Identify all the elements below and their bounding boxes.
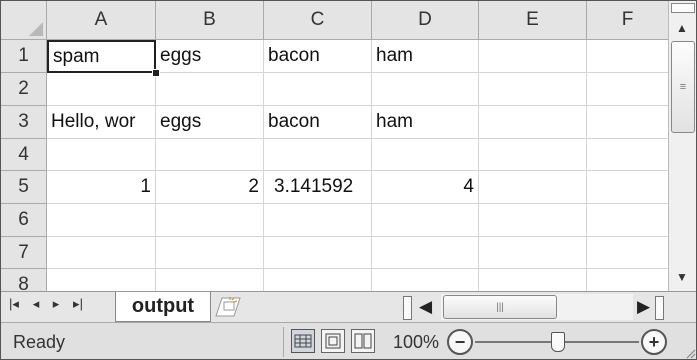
cell-e2[interactable] [479,73,587,106]
row-header-7[interactable]: 7 [1,237,47,269]
row-header-3[interactable]: 3 [1,106,47,139]
cell-a1[interactable]: spam [47,40,156,73]
insert-sheet-icon[interactable] [209,294,247,320]
zoom-in-icon[interactable]: + [641,329,667,355]
cell-d4[interactable] [372,139,479,171]
status-bar: Ready 100% − + [1,322,696,359]
row-header-4[interactable]: 4 [1,139,47,171]
column-header-c[interactable]: C [264,1,372,40]
next-sheet-icon[interactable]: ▸ [47,296,65,312]
horizontal-scroll-end [655,296,664,320]
cell-b2[interactable] [156,73,264,106]
row-header-2[interactable]: 2 [1,73,47,106]
page-break-icon [354,333,372,349]
row-header-1[interactable]: 1 [1,40,47,73]
cell-f2[interactable] [587,73,668,106]
cell-b5[interactable]: 2 [156,171,264,204]
zoom-level-text[interactable]: 100% [393,332,439,353]
cell-f3[interactable] [587,106,668,139]
cell-b1[interactable]: eggs [156,40,264,73]
cell-b4[interactable] [156,139,264,171]
row-header-8[interactable]: 8 [1,269,47,291]
down-arrow-icon[interactable]: ▼ [671,267,693,287]
status-divider [283,327,284,357]
select-all-button[interactable] [1,1,47,40]
cell-d2[interactable] [372,73,479,106]
cell-a8[interactable] [47,269,156,291]
cell-b7[interactable] [156,237,264,269]
page-break-view-button[interactable] [351,329,375,353]
cell-b8[interactable] [156,269,264,291]
cell-d7[interactable] [372,237,479,269]
cell-d6[interactable] [372,204,479,237]
column-header-f[interactable]: F [587,1,668,40]
cell-f5[interactable] [587,171,668,204]
scroll-right-icon[interactable]: ▶ [637,297,650,317]
sheet-tab-output[interactable]: output [115,292,211,322]
worksheet-grid: A B C D E F 1 2 3 4 5 6 7 8 spam eggs baco… [1,1,668,291]
cell-c4[interactable] [264,139,372,171]
cell-e1[interactable] [479,40,587,73]
cell-a4[interactable] [47,139,156,171]
horizontal-split-handle[interactable] [403,296,412,320]
row-header-5[interactable]: 5 [1,171,47,204]
cell-c6[interactable] [264,204,372,237]
cell-a5[interactable]: 1 [47,171,156,204]
up-arrow-icon[interactable]: ▲ [671,18,693,38]
spreadsheet-window: A B C D E F 1 2 3 4 5 6 7 8 spam eggs baco… [0,0,697,360]
cell-f4[interactable] [587,139,668,171]
fill-handle[interactable] [152,69,160,77]
cell-c1[interactable]: bacon [264,40,372,73]
column-header-e[interactable]: E [479,1,587,40]
first-sheet-icon[interactable]: |◂ [5,296,23,312]
vertical-split-handle[interactable] [671,3,695,13]
cell-d3[interactable]: ham [372,106,479,139]
zoom-slider-thumb[interactable] [551,332,565,352]
cell-c7[interactable] [264,237,372,269]
page-layout-view-button[interactable] [321,329,345,353]
cell-c8[interactable] [264,269,372,291]
sheet-tab-bar: |◂ ◂ ▸ ▸| output ◀ ||| ▶ [1,291,696,322]
cell-a3[interactable]: Hello, wor [47,106,156,139]
normal-view-icon [294,334,312,348]
cell-f1[interactable] [587,40,668,73]
cell-b3[interactable]: eggs [156,106,264,139]
vertical-scroll-thumb[interactable]: ≡ [671,41,695,133]
normal-view-button[interactable] [291,329,315,353]
column-header-b[interactable]: B [156,1,264,40]
cell-c2[interactable] [264,73,372,106]
row-header-6[interactable]: 6 [1,204,47,237]
cell-e3[interactable] [479,106,587,139]
cell-d8[interactable] [372,269,479,291]
prev-sheet-icon[interactable]: ◂ [27,296,45,312]
cell-d1[interactable]: ham [372,40,479,73]
cell-a2[interactable] [47,73,156,106]
cell-e8[interactable] [479,269,587,291]
vertical-scrollbar[interactable]: ▲ ≡ ▼ [668,1,696,291]
cell-e4[interactable] [479,139,587,171]
cell-e6[interactable] [479,204,587,237]
cell-d5[interactable]: 4 [372,171,479,204]
cell-e5[interactable] [479,171,587,204]
cell-a6[interactable] [47,204,156,237]
horizontal-scroll-thumb[interactable]: ||| [443,295,557,319]
cell-f6[interactable] [587,204,668,237]
zoom-out-icon[interactable]: − [447,329,473,355]
resize-grip-icon[interactable] [684,347,696,359]
cell-a7[interactable] [47,237,156,269]
cell-f8[interactable] [587,269,668,291]
cell-e7[interactable] [479,237,587,269]
cell-c3[interactable]: bacon [264,106,372,139]
cell-f7[interactable] [587,237,668,269]
column-header-d[interactable]: D [372,1,479,40]
status-ready-text: Ready [13,332,66,352]
last-sheet-icon[interactable]: ▸| [69,296,87,312]
page-layout-icon [325,333,341,349]
cell-c5[interactable]: 3.141592 [264,171,372,204]
cell-b6[interactable] [156,204,264,237]
scroll-left-icon[interactable]: ◀ [419,297,432,317]
column-header-a[interactable]: A [47,1,156,40]
